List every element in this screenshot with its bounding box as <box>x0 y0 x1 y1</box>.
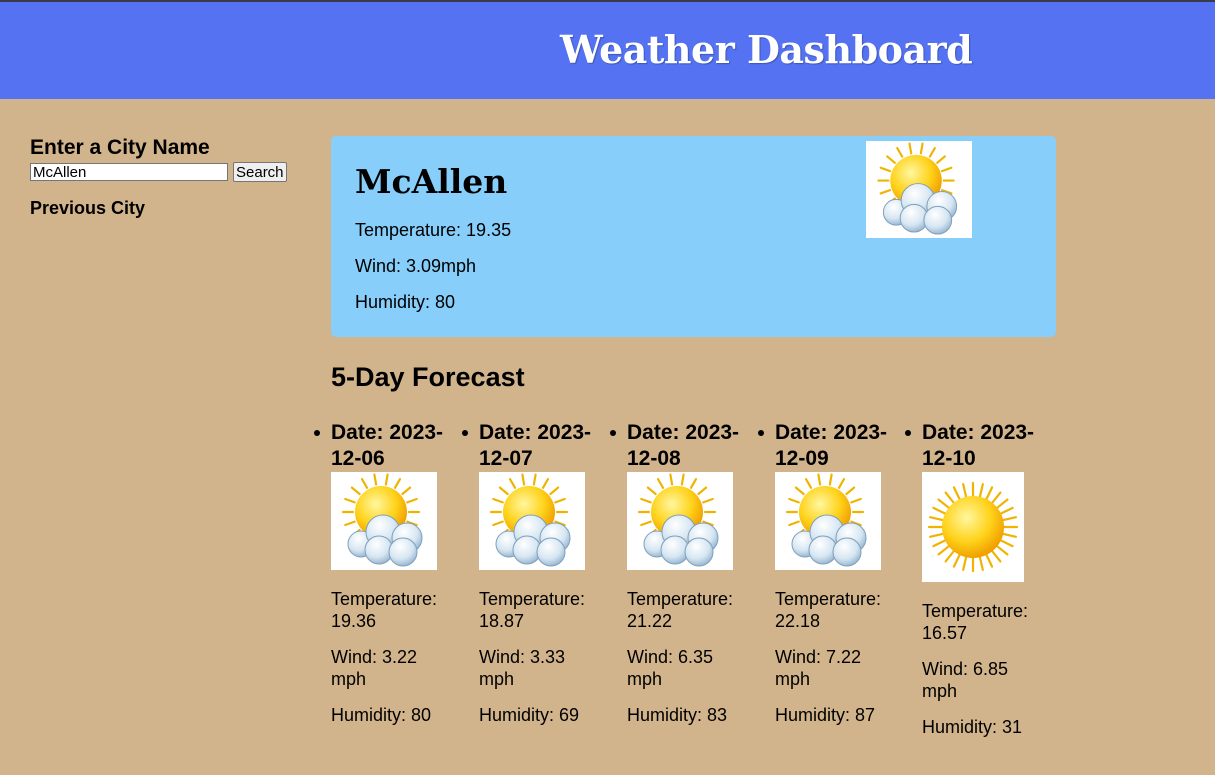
forecast-wind: Wind: 6.35 mph <box>627 647 714 689</box>
previous-city-heading: Previous City <box>30 198 146 218</box>
partly-cloudy-icon <box>775 472 881 570</box>
forecast-humidity: Humidity: 83 <box>627 705 728 725</box>
search-row: Search <box>30 162 300 182</box>
forecast-day: Date: 2023-12-07 Temperature: 18.87 Wind… <box>462 420 609 726</box>
forecast-temperature: Temperature: 18.87 <box>479 589 586 631</box>
forecast-date: Date: 2023-12-08 <box>627 421 740 470</box>
forecast-day: Date: 2023-12-09 Temperature: 22.18 Wind… <box>758 420 905 726</box>
current-weather-card: McAllen Temperature: 19.35 Wind: 3.09mph… <box>331 136 1056 337</box>
current-city-name: McAllen <box>355 162 508 201</box>
current-wind: Wind: 3.09mph <box>355 256 477 276</box>
forecast-humidity: Humidity: 87 <box>775 705 876 725</box>
forecast-heading: 5-Day Forecast <box>331 362 525 392</box>
city-search-input[interactable] <box>30 163 228 181</box>
search-button[interactable]: Search <box>233 162 287 182</box>
forecast-day: Date: 2023-12-08 Temperature: 21.22 Wind… <box>610 420 757 726</box>
forecast-temperature: Temperature: 21.22 <box>627 589 734 631</box>
forecast-temperature: Temperature: 22.18 <box>775 589 882 631</box>
current-humidity: Humidity: 80 <box>355 292 456 312</box>
app-header: Weather Dashboard <box>0 2 1215 99</box>
forecast-wind: Wind: 6.85 mph <box>922 659 1009 701</box>
current-temperature: Temperature: 19.35 <box>355 220 512 240</box>
forecast-humidity: Humidity: 80 <box>331 705 432 725</box>
partly-cloudy-icon <box>331 472 437 570</box>
forecast-humidity: Humidity: 31 <box>922 717 1023 737</box>
forecast-wind: Wind: 3.22 mph <box>331 647 418 689</box>
forecast-humidity: Humidity: 69 <box>479 705 580 725</box>
forecast-wind: Wind: 3.33 mph <box>479 647 566 689</box>
city-search-heading: Enter a City Name <box>30 136 210 159</box>
forecast-date: Date: 2023-12-10 <box>922 421 1035 470</box>
forecast-date: Date: 2023-12-07 <box>479 421 592 470</box>
sidebar: Enter a City Name Search Previous City <box>30 136 300 219</box>
partly-cloudy-icon <box>627 472 733 570</box>
forecast-date: Date: 2023-12-06 <box>331 421 444 470</box>
page-title: Weather Dashboard <box>560 27 973 72</box>
forecast-temperature: Temperature: 19.36 <box>331 589 438 631</box>
forecast-date: Date: 2023-12-09 <box>775 421 888 470</box>
partly-cloudy-icon <box>866 141 972 238</box>
forecast-day: Date: 2023-12-10 Temperature: 16.57 Wind… <box>905 420 1052 738</box>
forecast-temperature: Temperature: 16.57 <box>922 601 1029 643</box>
sunny-icon <box>922 472 1024 582</box>
partly-cloudy-icon <box>479 472 585 570</box>
forecast-day: Date: 2023-12-06 Temperature: 19.36 Wind… <box>314 420 461 726</box>
forecast-wind: Wind: 7.22 mph <box>775 647 862 689</box>
